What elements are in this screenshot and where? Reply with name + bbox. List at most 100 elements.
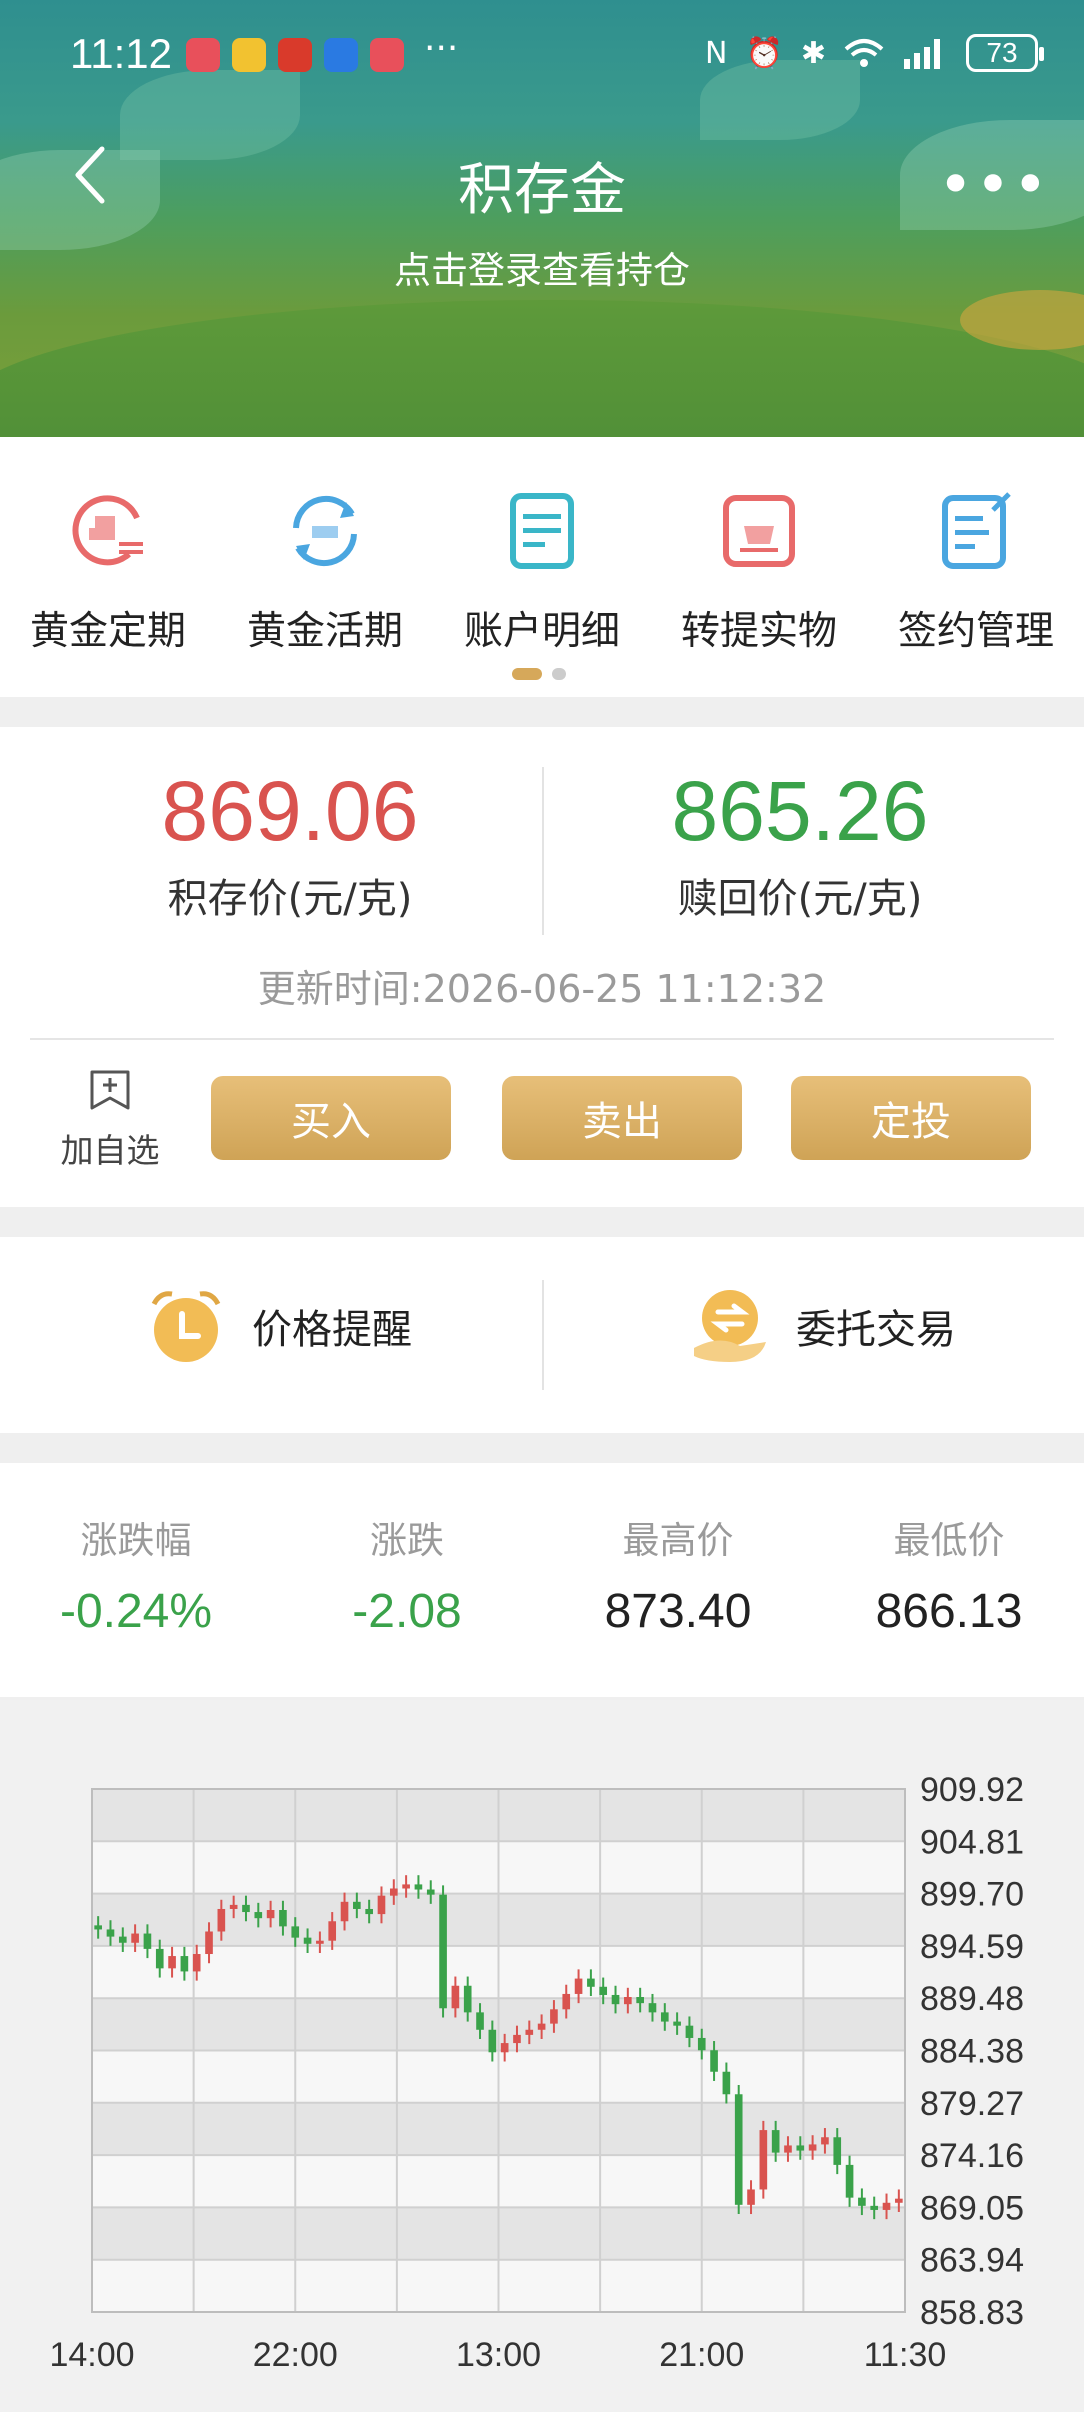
menu-item-label: 账户明细 bbox=[463, 609, 620, 654]
login-tip-link[interactable]: 点击登录查看持仓 bbox=[0, 240, 1084, 294]
alarm-icon: ⏰ bbox=[745, 35, 783, 71]
stat-value: 873.40 bbox=[604, 1585, 752, 1638]
battery-level: 73 bbox=[986, 37, 1018, 68]
buy-button[interactable]: 买入 bbox=[211, 1076, 451, 1160]
candle-body bbox=[624, 1997, 632, 2005]
bluetooth-icon: ✱ bbox=[800, 35, 826, 71]
pager-dot[interactable] bbox=[552, 668, 566, 680]
candle-body bbox=[118, 1936, 127, 1943]
menu-item-gold-fixed[interactable]: 黄金定期 bbox=[0, 488, 216, 656]
y-tick-label: 899.70 bbox=[920, 1876, 1024, 1914]
candle-body bbox=[303, 1937, 312, 1944]
fixed-invest-button[interactable]: 定投 bbox=[791, 1076, 1031, 1160]
add-favorite-button[interactable]: 加自选 bbox=[50, 1068, 170, 1172]
alarm-clock-icon bbox=[151, 1291, 221, 1362]
candle-body bbox=[143, 1933, 152, 1949]
candle-body bbox=[476, 2012, 484, 2030]
menu-item-label: 转提实物 bbox=[680, 609, 837, 654]
physical-gold-icon bbox=[723, 495, 795, 567]
entrust-trade-button[interactable]: 委托交易 bbox=[690, 1286, 956, 1366]
stat-change-percent: 涨跌幅 -0.24% bbox=[16, 1510, 256, 1639]
menu-item-physical-gold[interactable]: 转提实物 bbox=[651, 488, 867, 656]
candle-body bbox=[858, 2197, 866, 2206]
x-tick-label: 13:00 bbox=[456, 2336, 541, 2374]
stat-label: 最低价 bbox=[893, 1519, 1005, 1562]
weibo-app-icon bbox=[232, 38, 266, 72]
candle-body bbox=[574, 1978, 583, 1994]
stat-label: 涨跌 bbox=[370, 1519, 444, 1562]
candle-body bbox=[155, 1948, 164, 1969]
candle-body bbox=[340, 1901, 349, 1922]
shopping-app-icon bbox=[278, 38, 312, 72]
menu-item-contract-manage[interactable]: 签约管理 bbox=[868, 488, 1084, 656]
status-bar: 11:12 ··· N ⏰ ✱ 73 bbox=[0, 0, 1084, 110]
y-tick-label: 889.48 bbox=[920, 1980, 1024, 2018]
candle-body bbox=[747, 2189, 755, 2205]
candle-body bbox=[808, 2144, 817, 2151]
candle-body bbox=[291, 1926, 300, 1938]
entrust-trade-icon bbox=[694, 1290, 766, 1362]
candle-body bbox=[537, 2023, 546, 2030]
price-card-divider bbox=[30, 1038, 1054, 1040]
x-tick-label: 22:00 bbox=[253, 2336, 338, 2374]
candle-body bbox=[451, 1985, 460, 2009]
candle-body bbox=[734, 2094, 743, 2205]
stat-value: -2.08 bbox=[352, 1585, 462, 1638]
candlestick-chart[interactable]: 909.92 904.81 899.70 894.59 889.48 884.38 879.… bbox=[0, 1700, 1084, 2412]
candle-body bbox=[402, 1884, 410, 1889]
candle-body bbox=[365, 1908, 373, 1915]
battery-icon: 73 bbox=[966, 34, 1044, 72]
account-detail-icon bbox=[510, 493, 574, 569]
y-tick-label: 909.92 bbox=[920, 1771, 1024, 1809]
x-tick-label: 21:00 bbox=[659, 2336, 744, 2374]
y-tick-label: 874.16 bbox=[920, 2137, 1024, 2175]
gold-fixed-icon bbox=[72, 495, 143, 566]
candle-body bbox=[266, 1909, 275, 1919]
redeem-price-label: 赎回价(元/克) bbox=[677, 876, 923, 922]
candle-body bbox=[660, 2012, 669, 2022]
signal-icon bbox=[904, 39, 940, 69]
price-chart[interactable]: 909.92 904.81 899.70 894.59 889.48 884.38 879.… bbox=[0, 1700, 1084, 2412]
tools-divider bbox=[542, 1280, 544, 1390]
sell-button[interactable]: 卖出 bbox=[502, 1076, 742, 1160]
candle-body bbox=[685, 2025, 694, 2038]
price-alert-label: 价格提醒 bbox=[252, 1307, 412, 1353]
candle-body bbox=[821, 2137, 829, 2145]
menu-item-account-detail[interactable]: 账户明细 bbox=[434, 488, 650, 656]
menu-item-label: 黄金定期 bbox=[29, 609, 186, 654]
candle-body bbox=[845, 2164, 854, 2198]
redeem-price: 865.26 bbox=[671, 764, 929, 858]
notification-icons bbox=[186, 38, 404, 72]
stat-value: 866.13 bbox=[875, 1585, 1023, 1638]
wifi-icon bbox=[844, 39, 884, 67]
add-favorite-icon bbox=[90, 1070, 130, 1110]
x-tick-label: 14:00 bbox=[49, 2336, 134, 2374]
candle-body bbox=[328, 1921, 337, 1941]
candle-body bbox=[242, 1904, 250, 1913]
candle-body bbox=[180, 1956, 189, 1972]
candle-body bbox=[796, 2145, 805, 2151]
more-menu-icon[interactable]: ••• bbox=[938, 150, 1050, 220]
candle-body bbox=[192, 1954, 201, 1972]
stat-low: 最低价 866.13 bbox=[829, 1510, 1069, 1639]
candle-body bbox=[636, 1997, 644, 2004]
candle-body bbox=[771, 2130, 780, 2153]
candle-body bbox=[599, 1986, 608, 1995]
candle-body bbox=[895, 2198, 903, 2203]
hill-decoration bbox=[0, 300, 1084, 437]
price-alert-button[interactable]: 价格提醒 bbox=[146, 1286, 412, 1366]
update-time: 更新时间:2026-06-25 11:12:32 bbox=[257, 967, 827, 1011]
stat-value: -0.24% bbox=[59, 1585, 213, 1638]
candle-body bbox=[217, 1908, 226, 1932]
gold-current-icon bbox=[293, 495, 357, 567]
candle-body bbox=[673, 2021, 681, 2026]
menu-item-gold-current[interactable]: 黄金活期 bbox=[217, 488, 433, 656]
candle-body bbox=[131, 1933, 139, 1943]
status-time: 11:12 bbox=[70, 30, 172, 77]
system-status: N ⏰ ✱ 73 bbox=[705, 34, 1044, 72]
candle-body bbox=[106, 1929, 115, 1937]
menu-item-label: 黄金活期 bbox=[246, 609, 403, 654]
deposit-price: 869.06 bbox=[161, 764, 419, 858]
candle-body bbox=[439, 1894, 447, 2009]
candle-body bbox=[229, 1904, 238, 1909]
